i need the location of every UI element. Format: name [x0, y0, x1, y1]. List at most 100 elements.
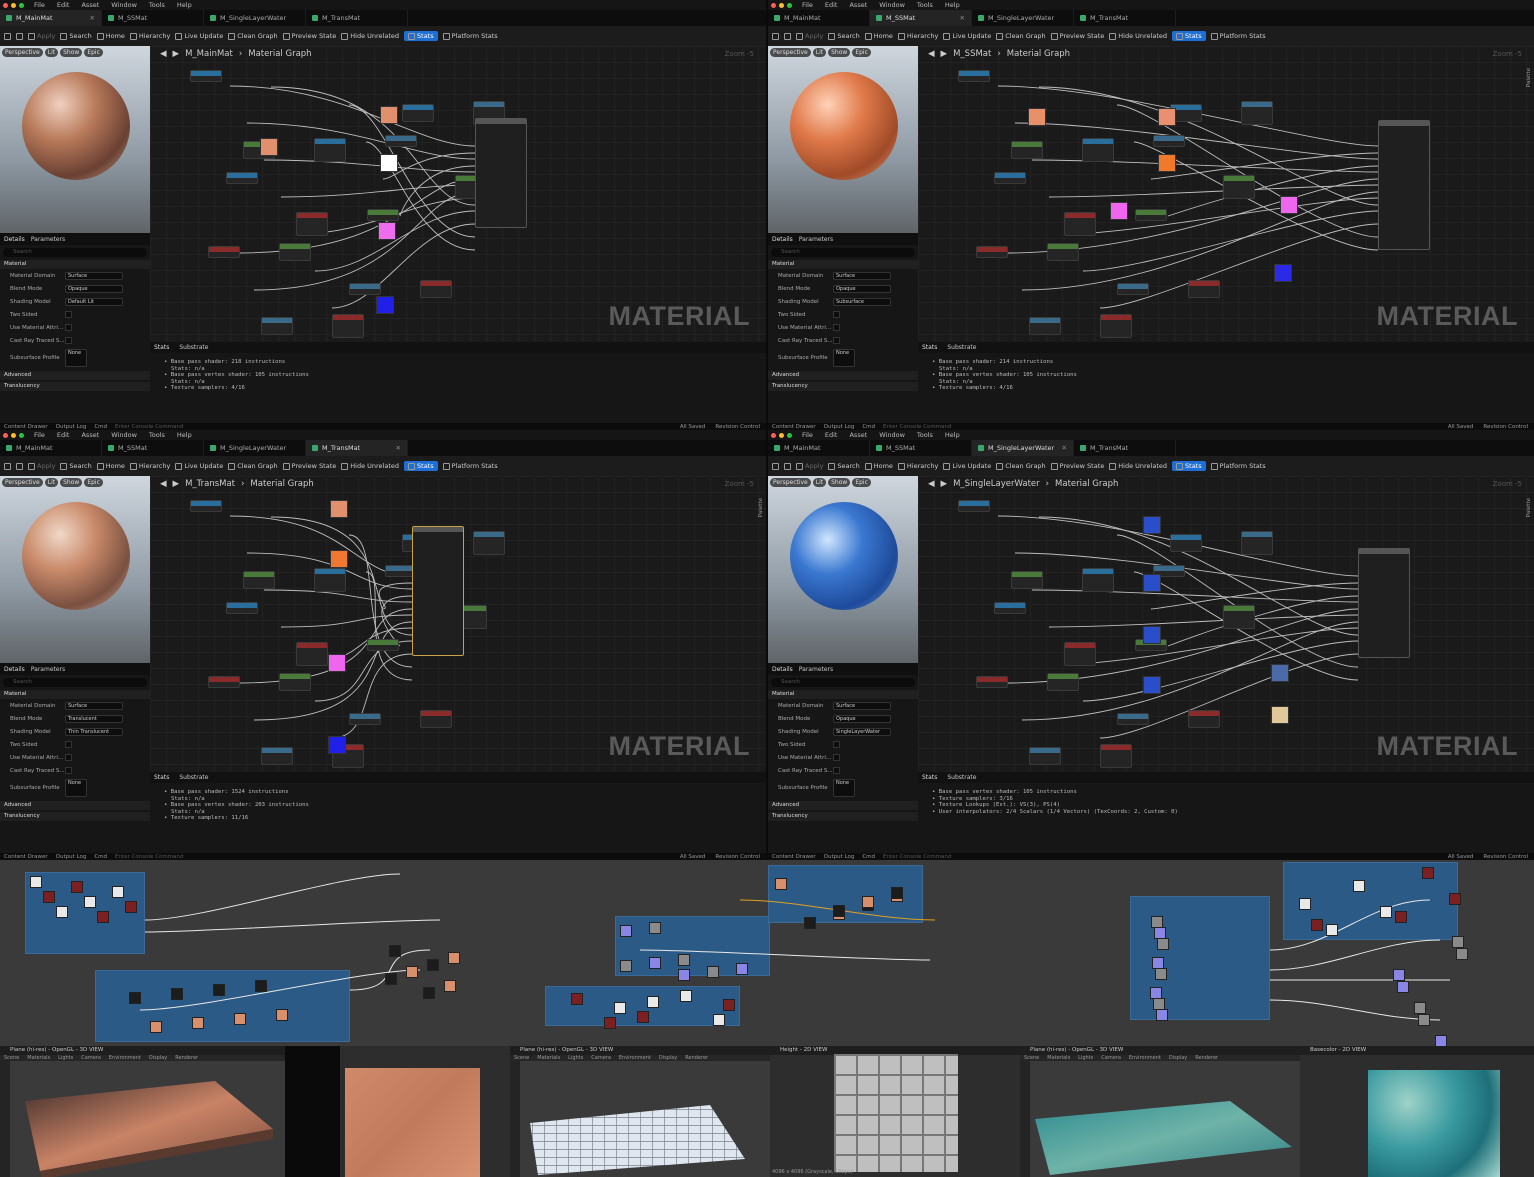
search-button[interactable]: Search: [60, 32, 92, 40]
material-graph-canvas[interactable]: ◀ ▶ M_SingleLayerWater › Material Graph Zoom …: [918, 476, 1534, 772]
home-button[interactable]: Home: [96, 462, 125, 470]
parameters-tab[interactable]: Parameters: [31, 236, 65, 243]
subsurface-profile-picker[interactable]: None: [65, 349, 87, 367]
tab-m_transmat[interactable]: M_TransMat: [1074, 10, 1176, 26]
designer-node[interactable]: [713, 1014, 725, 1026]
preview-viewport[interactable]: Perspective Lit Show Epic: [768, 46, 918, 233]
menu-tools[interactable]: Tools: [917, 1, 933, 9]
expression-node[interactable]: [1135, 209, 1167, 221]
hierarchy-button[interactable]: Hierarchy: [129, 462, 170, 470]
preview-state-button[interactable]: Preview State: [1050, 462, 1104, 470]
palette-tab[interactable]: Palette: [1526, 68, 1532, 87]
console-input[interactable]: Enter Console Command: [883, 854, 951, 860]
expression-node[interactable]: [208, 246, 240, 258]
subsurface-profile-picker[interactable]: None: [833, 779, 855, 797]
use-material-attributes-checkbox[interactable]: [833, 754, 840, 761]
use-material-attributes-checkbox[interactable]: [65, 324, 72, 331]
expression-node[interactable]: [261, 747, 293, 765]
advanced-section-header[interactable]: Advanced: [0, 801, 150, 810]
tab-m_ssmat[interactable]: M_SSMat: [102, 440, 204, 456]
designer-node[interactable]: [71, 881, 83, 893]
parameters-tab[interactable]: Parameters: [31, 666, 65, 673]
close-tab-icon[interactable]: ✕: [90, 14, 95, 22]
designer-node[interactable]: [1157, 938, 1169, 950]
live-update-button[interactable]: Live Update: [943, 32, 991, 40]
viewport-lit-button[interactable]: Lit: [812, 478, 827, 487]
menu-file[interactable]: File: [802, 431, 813, 439]
stats-button[interactable]: Stats: [404, 31, 438, 41]
close-window-button[interactable]: [771, 433, 776, 438]
palette-tab[interactable]: Palette: [1526, 498, 1532, 517]
material-result-node[interactable]: [1358, 548, 1410, 658]
designer-node[interactable]: [804, 917, 816, 929]
hide-unrelated-button[interactable]: Hide Unrelated: [1109, 462, 1167, 470]
expression-node[interactable]: [1082, 568, 1114, 592]
menu-edit[interactable]: Edit: [57, 431, 70, 439]
expression-node[interactable]: [349, 283, 381, 295]
revision-control-button[interactable]: Revision Control: [715, 424, 760, 430]
expression-node[interactable]: [1064, 212, 1096, 236]
designer-node[interactable]: [1353, 880, 1365, 892]
designer-node[interactable]: [389, 945, 401, 957]
designer-node[interactable]: [385, 973, 397, 985]
translucency-section-header[interactable]: Translucency: [0, 382, 150, 391]
two-sided-checkbox[interactable]: [833, 741, 840, 748]
designer-node[interactable]: [1418, 1014, 1430, 1026]
revision-control-button[interactable]: Revision Control: [715, 854, 760, 860]
menu-asset[interactable]: Asset: [849, 1, 867, 9]
material-graph-canvas[interactable]: ◀ ▶ M_MainMat › Material Graph Zoom -5 MATERIA…: [150, 46, 766, 342]
material-domain-select[interactable]: Surface: [65, 271, 123, 280]
translucency-section-header[interactable]: Translucency: [768, 812, 918, 821]
save-icon[interactable]: [4, 32, 11, 40]
material-section-header[interactable]: Material: [0, 260, 150, 269]
expression-node[interactable]: [1047, 243, 1079, 261]
designer-node[interactable]: [234, 1013, 246, 1025]
tab-m_singlelayerwater[interactable]: M_SingleLayerWater: [972, 10, 1074, 26]
output-log-button[interactable]: Output Log: [56, 854, 87, 860]
expression-node[interactable]: [1117, 283, 1149, 295]
menu-window[interactable]: Window: [879, 1, 905, 9]
menu-edit[interactable]: Edit: [825, 1, 838, 9]
material-result-node[interactable]: [475, 118, 527, 228]
designer-node[interactable]: [1397, 981, 1409, 993]
live-update-button[interactable]: Live Update: [175, 462, 223, 470]
zoom-window-button[interactable]: [19, 433, 24, 438]
hide-unrelated-button[interactable]: Hide Unrelated: [341, 32, 399, 40]
clean-graph-button[interactable]: Clean Graph: [228, 32, 278, 40]
console-input[interactable]: Enter Console Command: [115, 424, 183, 430]
stats-tab[interactable]: Stats: [922, 774, 937, 781]
expression-node[interactable]: [314, 138, 346, 162]
details-tab[interactable]: Details: [772, 236, 793, 243]
designer-node[interactable]: [43, 891, 55, 903]
material-domain-select[interactable]: Surface: [833, 701, 891, 710]
preview-viewport[interactable]: Perspective Lit Show Epic: [0, 46, 150, 233]
designer-node[interactable]: [1393, 969, 1405, 981]
tab-m_mainmat[interactable]: M_MainMat: [768, 440, 870, 456]
expression-node[interactable]: [402, 104, 434, 122]
designer-node[interactable]: [1311, 919, 1323, 931]
save-icon[interactable]: [4, 462, 11, 470]
designer-node[interactable]: [620, 925, 632, 937]
cmd-dropdown[interactable]: Cmd: [94, 854, 107, 860]
material-graph-canvas[interactable]: ◀ ▶ M_TransMat › Material Graph Zoom -5 MATERI…: [150, 476, 766, 772]
cmd-dropdown[interactable]: Cmd: [862, 424, 875, 430]
output-log-button[interactable]: Output Log: [824, 424, 855, 430]
menu-tools[interactable]: Tools: [149, 431, 165, 439]
designer-node[interactable]: [707, 966, 719, 978]
preview-viewport[interactable]: Perspective Lit Show Epic: [768, 476, 918, 663]
browse-icon[interactable]: [784, 32, 791, 40]
platform-stats-button[interactable]: Platform Stats: [1210, 32, 1266, 40]
expression-node[interactable]: [226, 602, 258, 614]
platform-stats-button[interactable]: Platform Stats: [1210, 462, 1266, 470]
close-tab-icon[interactable]: ✕: [396, 444, 401, 452]
platform-stats-button[interactable]: Platform Stats: [442, 32, 498, 40]
expression-node[interactable]: [958, 70, 990, 82]
two-sided-checkbox[interactable]: [833, 311, 840, 318]
all-saved-status[interactable]: All Saved: [680, 854, 706, 860]
expression-node[interactable]: [473, 531, 505, 555]
tab-m_ssmat[interactable]: M_SSMat: [870, 440, 972, 456]
subsurface-profile-picker[interactable]: None: [65, 779, 87, 797]
expression-node[interactable]: [420, 710, 452, 728]
designer-node[interactable]: [1435, 1035, 1447, 1046]
expression-node[interactable]: [958, 500, 990, 512]
